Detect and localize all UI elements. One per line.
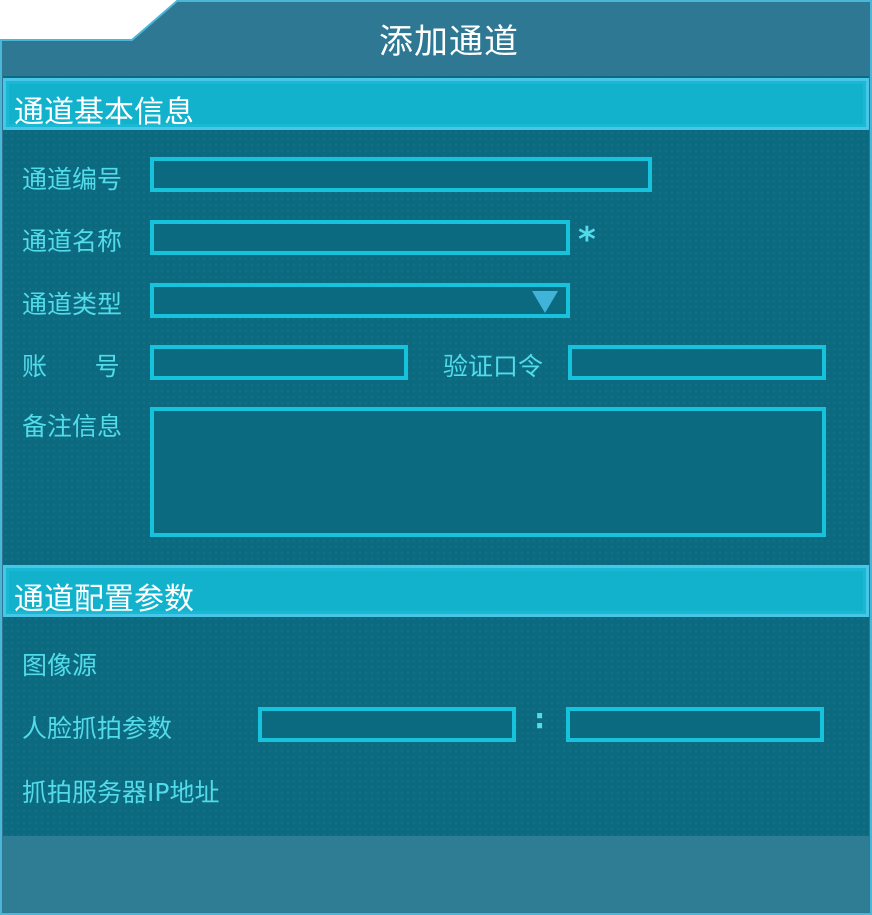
account-label: 账 号	[22, 352, 120, 381]
channel-name-input[interactable]	[154, 224, 566, 251]
face-capture-separator: :	[534, 702, 546, 735]
remarks-label: 备注信息	[22, 412, 123, 441]
channel-type-select[interactable]	[150, 283, 570, 318]
channel-name-field[interactable]	[150, 220, 570, 255]
channel-number-label: 通道编号	[22, 165, 123, 194]
verify-password-label: 验证口令	[443, 352, 544, 381]
channel-name-label: 通道名称	[22, 227, 123, 256]
triangle-down-icon[interactable]	[532, 291, 558, 313]
face-capture-input-b[interactable]	[570, 711, 820, 738]
channel-number-field[interactable]	[150, 157, 652, 192]
remarks-textarea[interactable]	[154, 411, 822, 533]
section-title-config-params: 通道配置参数	[14, 582, 194, 617]
section-header-basic-info: 通道基本信息	[3, 78, 869, 130]
face-capture-input-a[interactable]	[262, 711, 512, 738]
remarks-field[interactable]	[150, 407, 826, 537]
required-asterisk: *	[578, 220, 596, 260]
verify-password-field[interactable]	[568, 345, 826, 380]
add-channel-dialog: 添加通道 通道基本信息 通道编号 通道名称 * 通道类型 账 号 验证口令 备注…	[0, 0, 872, 915]
face-capture-field-b[interactable]	[566, 707, 824, 742]
channel-type-label: 通道类型	[22, 290, 123, 319]
dialog-title: 添加通道	[379, 22, 519, 62]
capture-server-label: 抓拍服务器IP地址	[22, 778, 220, 807]
dialog-footer	[3, 836, 869, 912]
section-header-config-params: 通道配置参数	[3, 565, 869, 617]
face-capture-label: 人脸抓拍参数	[22, 714, 173, 743]
section-title-basic-info: 通道基本信息	[14, 95, 194, 130]
image-source-label: 图像源	[22, 651, 98, 680]
face-capture-field-a[interactable]	[258, 707, 516, 742]
account-field[interactable]	[150, 345, 408, 380]
account-input[interactable]	[154, 349, 404, 376]
verify-password-input[interactable]	[572, 349, 822, 376]
channel-number-input[interactable]	[154, 161, 648, 188]
